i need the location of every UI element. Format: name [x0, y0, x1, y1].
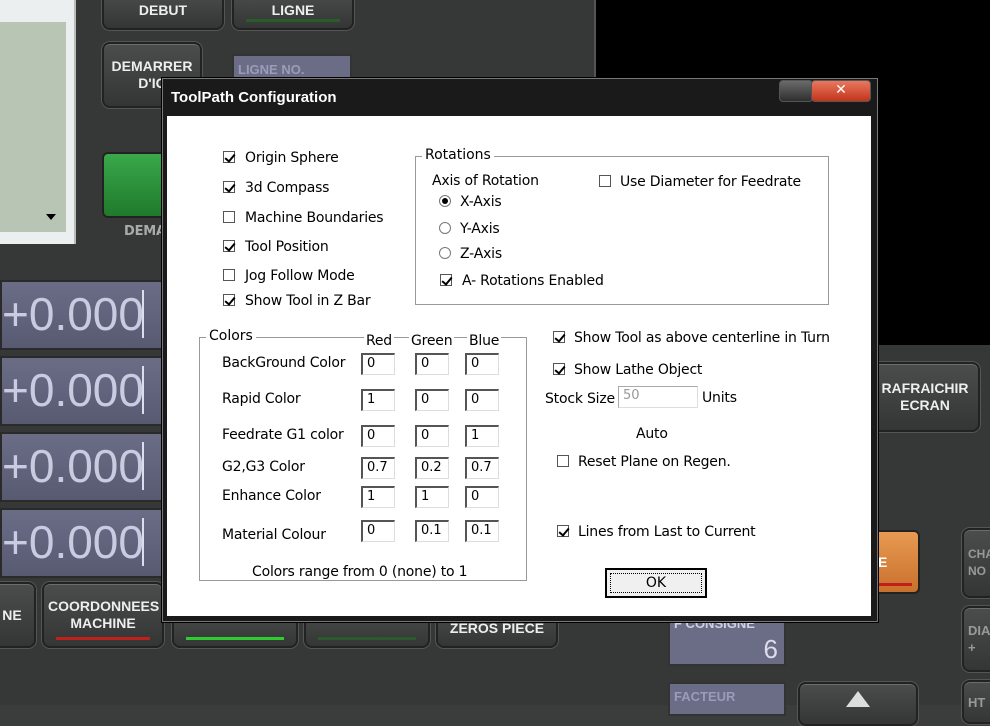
close-icon: ✕	[835, 82, 847, 98]
dia-button[interactable]: DIA +	[962, 606, 990, 672]
coordonnees-machine-button[interactable]: COORDONNEES MACHINE	[42, 582, 164, 648]
use-diameter-checkbox[interactable]	[599, 175, 611, 187]
show-tool-above-label: Show Tool as above centerline in Turn	[574, 330, 830, 346]
tool-position-label: Tool Position	[245, 239, 329, 255]
jog-follow-mode-label: Jog Follow Mode	[245, 268, 355, 284]
cha-button[interactable]: CHA NO	[962, 528, 990, 598]
stock-size-field[interactable]: 50	[618, 386, 698, 408]
machine-boundaries-label: Machine Boundaries	[245, 210, 384, 226]
rapid-green-field[interactable]: 0	[415, 389, 449, 411]
a-rotations-checkbox[interactable]	[440, 274, 452, 286]
material-red-field[interactable]: 0	[361, 520, 395, 542]
show-lathe-object-checkbox[interactable]	[553, 363, 565, 375]
tool-position-checkbox[interactable]	[223, 240, 235, 252]
lines-from-last-label: Lines from Last to Current	[578, 524, 756, 540]
z-axis-label: Z-Axis	[460, 246, 502, 262]
x-axis-radio[interactable]	[439, 195, 451, 207]
y-axis-radio[interactable]	[439, 222, 451, 234]
dro-z[interactable]: +0.000	[0, 432, 166, 502]
enhance-blue-field[interactable]: 0	[465, 486, 499, 508]
dro-y[interactable]: +0.000	[0, 356, 166, 426]
rapid-red-field[interactable]: 1	[361, 389, 395, 411]
red-header: Red	[364, 333, 394, 349]
z-axis-radio[interactable]	[439, 247, 451, 259]
rapid-blue-field[interactable]: 0	[465, 389, 499, 411]
units-label: Units	[702, 390, 737, 406]
3d-compass-checkbox[interactable]	[223, 181, 235, 193]
facteur-field[interactable]: FACTEUR	[668, 682, 786, 716]
colors-caption: Colors	[206, 328, 256, 344]
material-blue-field[interactable]: 0.1	[465, 520, 499, 542]
toolpath-config-dialog: ToolPath Configuration ✕ Origin Sphere 3…	[162, 78, 878, 622]
green-header: Green	[409, 333, 455, 349]
a-rotations-label: A- Rotations Enabled	[462, 273, 604, 289]
ne-button[interactable]: NE	[0, 582, 36, 648]
rapid-color-label: Rapid Color	[222, 391, 301, 407]
feedrate-blue-field[interactable]: 1	[465, 425, 499, 447]
colors-range-note: Colors range from 0 (none) to 1	[252, 564, 468, 580]
background-blue-field[interactable]: 0	[465, 353, 499, 375]
use-diameter-label: Use Diameter for Feedrate	[620, 174, 801, 190]
up-arrow-button[interactable]	[798, 682, 918, 726]
show-lathe-object-label: Show Lathe Object	[574, 362, 703, 378]
origin-sphere-checkbox[interactable]	[223, 151, 235, 163]
file-view	[0, 0, 76, 244]
dialog-title: ToolPath Configuration	[171, 89, 337, 106]
x-axis-label: X-Axis	[460, 194, 502, 210]
stock-size-label: Stock Size	[545, 391, 615, 407]
show-tool-z-bar-checkbox[interactable]	[223, 294, 235, 306]
g2g3-red-field[interactable]: 0.7	[361, 457, 395, 479]
debut-button[interactable]: DEBUT	[102, 0, 224, 30]
reset-plane-label: Reset Plane on Regen.	[578, 454, 731, 470]
dro-a[interactable]: +0.000	[0, 508, 166, 578]
dro-x[interactable]: +0.000	[0, 280, 166, 350]
rotations-caption: Rotations	[422, 147, 494, 163]
green-button[interactable]	[102, 152, 168, 218]
auto-label: Auto	[636, 426, 668, 442]
rafraichir-button[interactable]: RAFRAICHIR ECRAN	[870, 362, 980, 432]
minimize-button[interactable]	[779, 80, 813, 102]
background-color-label: BackGround Color	[222, 355, 346, 371]
3d-compass-label: 3d Compass	[245, 180, 330, 196]
feedrate-red-field[interactable]: 0	[361, 425, 395, 447]
g2g3-color-label: G2,G3 Color	[222, 459, 305, 475]
show-tool-z-bar-label: Show Tool in Z Bar	[245, 293, 371, 309]
axis-of-rotation-label: Axis of Rotation	[432, 173, 539, 189]
material-colour-label: Material Colour	[222, 527, 326, 543]
close-button[interactable]: ✕	[811, 80, 871, 102]
g2g3-blue-field[interactable]: 0.7	[465, 457, 499, 479]
dem-label: DEMA	[124, 224, 166, 239]
jog-follow-mode-checkbox[interactable]	[223, 269, 235, 281]
lines-from-last-checkbox[interactable]	[557, 525, 569, 537]
ht-button[interactable]: HT	[962, 680, 990, 724]
scroll-down-icon[interactable]	[46, 214, 56, 220]
feedrate-green-field[interactable]: 0	[415, 425, 449, 447]
background-red-field[interactable]: 0	[361, 353, 395, 375]
show-tool-above-checkbox[interactable]	[553, 331, 565, 343]
material-green-field[interactable]: 0.1	[415, 520, 449, 542]
origin-sphere-label: Origin Sphere	[245, 150, 339, 166]
background-green-field[interactable]: 0	[415, 353, 449, 375]
enhance-red-field[interactable]: 1	[361, 486, 395, 508]
ligne-button[interactable]: LIGNE	[232, 0, 354, 30]
dialog-client: Origin Sphere 3d Compass Machine Boundar…	[167, 116, 871, 616]
enhance-green-field[interactable]: 1	[415, 486, 449, 508]
y-axis-label: Y-Axis	[460, 221, 500, 237]
enhance-color-label: Enhance Color	[222, 488, 321, 504]
g2g3-green-field[interactable]: 0.2	[415, 457, 449, 479]
machine-boundaries-checkbox[interactable]	[223, 211, 235, 223]
blue-header: Blue	[467, 333, 502, 349]
reset-plane-checkbox[interactable]	[557, 455, 569, 467]
ok-button[interactable]: OK	[605, 568, 707, 598]
feedrate-color-label: Feedrate G1 color	[222, 427, 344, 443]
